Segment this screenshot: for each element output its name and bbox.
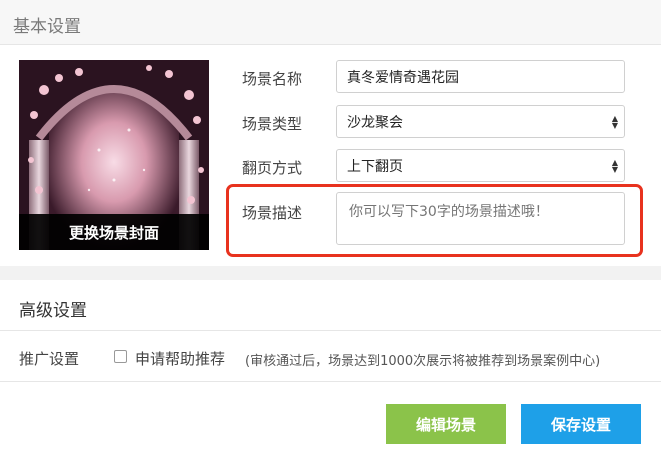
flip-mode-value: 上下翻页 [347, 158, 403, 175]
scene-name-label: 场景名称 [242, 70, 303, 88]
scene-name-value: 真冬爱情奇遇花园 [347, 69, 459, 86]
edit-scene-button[interactable]: 编辑场景 [386, 404, 506, 444]
basic-settings-title: 基本设置 [13, 17, 81, 37]
recommend-checkbox[interactable] [114, 350, 127, 363]
scene-type-label: 场景类型 [242, 115, 303, 133]
select-arrows-icon: ▲ ▼ [611, 157, 618, 174]
select-arrows-icon: ▲ ▼ [611, 113, 618, 130]
scene-name-input[interactable]: 真冬爱情奇遇花园 [336, 60, 625, 93]
promotion-label: 推广设置 [19, 350, 80, 368]
scene-cover: 更换场景封面 [19, 60, 209, 250]
basic-settings-header: 基本设置 [0, 0, 661, 45]
section-separator [0, 266, 661, 280]
save-settings-button[interactable]: 保存设置 [521, 404, 641, 444]
scene-type-value: 沙龙聚会 [347, 114, 403, 131]
flip-mode-label: 翻页方式 [242, 159, 303, 177]
scene-type-select[interactable]: 沙龙聚会 ▲ ▼ [336, 105, 625, 138]
divider [0, 381, 661, 382]
highlight-frame [226, 184, 643, 257]
recommend-note: (审核通过后，场景达到1000次展示将被推荐到场景案例中心) [245, 354, 601, 369]
flip-mode-select[interactable]: 上下翻页 ▲ ▼ [336, 149, 625, 182]
divider [0, 330, 661, 331]
advanced-settings-title: 高级设置 [19, 301, 87, 321]
recommend-checkbox-label[interactable]: 申请帮助推荐 [135, 348, 225, 369]
change-cover-button[interactable]: 更换场景封面 [19, 214, 209, 250]
